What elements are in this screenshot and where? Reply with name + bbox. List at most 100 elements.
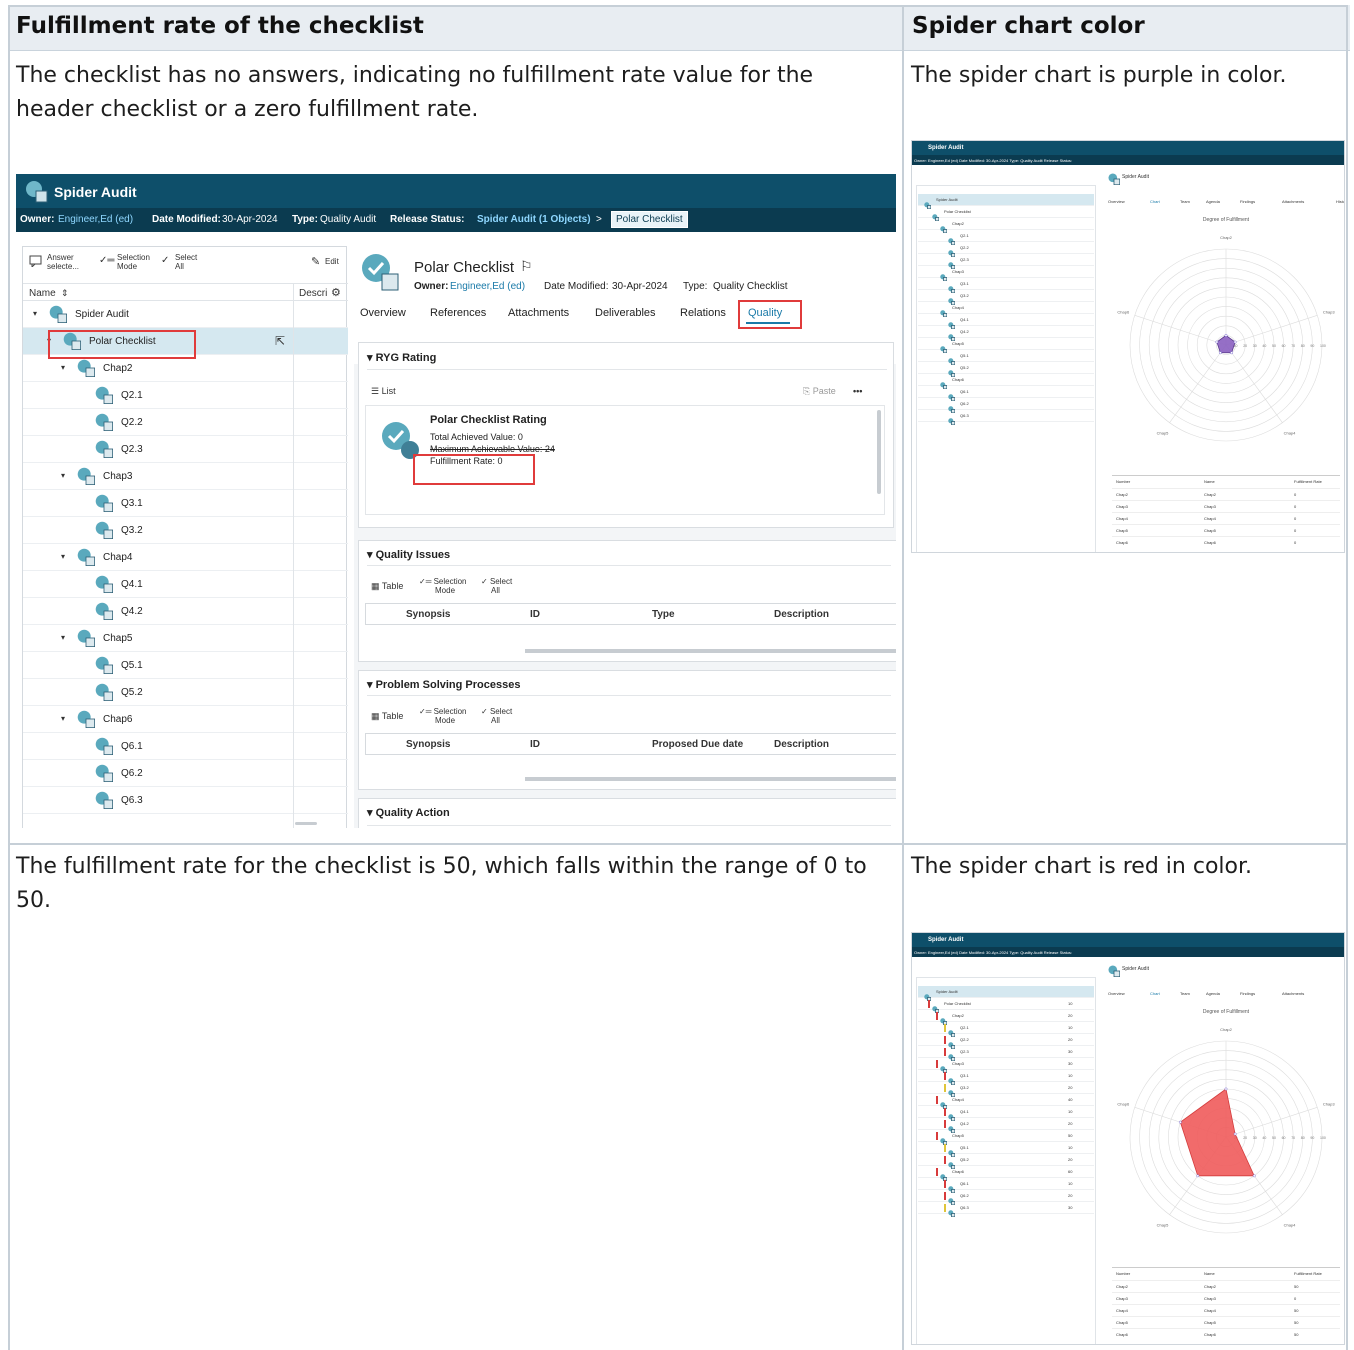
selection-mode-button-3[interactable]: ✓═ Selection	[419, 707, 467, 716]
scrollbar[interactable]	[295, 822, 317, 825]
mini-tree-row[interactable]: Polar Checklist	[918, 206, 1094, 222]
mini-tree-row[interactable]: Q2.1 10	[918, 1022, 1094, 1038]
mini-tab[interactable]: Overview	[1108, 991, 1125, 996]
mini-tree-row[interactable]: Q4.1 10	[918, 1106, 1094, 1122]
mini-tab[interactable]: History	[1336, 199, 1344, 204]
tab-attachments[interactable]: Attachments	[508, 307, 569, 319]
tab-deliverables[interactable]: Deliverables	[595, 307, 656, 319]
mini-tree-row[interactable]: Q5.1 10	[918, 1142, 1094, 1158]
sort-icon[interactable]: ⇕	[61, 288, 69, 299]
tree-row[interactable]: ▾ Chap4	[23, 544, 348, 571]
mini-tree-row[interactable]: Q4.2 20	[918, 1118, 1094, 1134]
tree-row[interactable]: Q2.1	[23, 382, 348, 409]
mini-tree-row[interactable]: Q3.1	[918, 278, 1094, 294]
mini-tab[interactable]: Findings	[1240, 991, 1255, 996]
mini-tree-row[interactable]: Chap6	[918, 374, 1094, 390]
mini-tab[interactable]: Agenda	[1206, 991, 1220, 996]
mini-tree-row[interactable]: Q6.1	[918, 386, 1094, 402]
quality-issues-title[interactable]: ▾ Quality Issues	[367, 548, 450, 561]
mini-tree-row[interactable]: Q2.2	[918, 242, 1094, 258]
mini-tree-row[interactable]: Q6.1 10	[918, 1178, 1094, 1194]
select-all-button-2[interactable]: ✓ Select	[481, 577, 512, 586]
expand-chevron-icon[interactable]: ▾	[61, 552, 65, 561]
ryg-title[interactable]: ▾ RYG Rating	[367, 351, 436, 364]
tab-overview[interactable]: Overview	[360, 307, 406, 319]
mini-tree-row[interactable]: Chap6 60	[918, 1166, 1094, 1182]
mini-tree-row[interactable]: Chap5 50	[918, 1130, 1094, 1146]
psp-scrollbar[interactable]	[525, 777, 896, 781]
mini-tree-row[interactable]: Q3.1 10	[918, 1070, 1094, 1086]
mini-tree-row[interactable]: Chap4 40	[918, 1094, 1094, 1110]
settings-gear-icon[interactable]: ⚙	[331, 286, 341, 299]
mini-tree-row[interactable]: Q3.2 20	[918, 1082, 1094, 1098]
tree-row[interactable]: Q3.2	[23, 517, 348, 544]
mini-tree-row[interactable]: Q2.1	[918, 230, 1094, 246]
mini-tab[interactable]: Attachments	[1282, 991, 1304, 996]
tree-row[interactable]: Q5.1	[23, 652, 348, 679]
tree-row[interactable]: Q4.2	[23, 598, 348, 625]
paste-button[interactable]: ⎘ Paste	[803, 386, 836, 397]
mini-tree-row[interactable]: Q5.2	[918, 362, 1094, 378]
tab-relations[interactable]: Relations	[680, 307, 726, 319]
share-icon[interactable]: ⇱	[275, 334, 285, 348]
tree-row[interactable]: Q2.3	[23, 436, 348, 463]
tree-row[interactable]: Q6.2	[23, 760, 348, 787]
mini-tree-row[interactable]: Q6.3 30	[918, 1202, 1094, 1218]
edit-button[interactable]: Edit	[325, 257, 339, 266]
list-button[interactable]: ☰ List	[371, 386, 396, 397]
table-view-button-2[interactable]: ▦ Table	[371, 711, 403, 722]
mini-tab[interactable]: Attachments	[1282, 199, 1304, 204]
select-all-button[interactable]: Select	[175, 253, 197, 262]
issues-scrollbar[interactable]	[525, 649, 896, 653]
mini-tab[interactable]: Chart	[1150, 199, 1160, 204]
mini-tab[interactable]: Overview	[1108, 199, 1125, 204]
mini-tree-row[interactable]: Spider Audit	[918, 194, 1094, 210]
expand-chevron-icon[interactable]: ▾	[33, 309, 37, 318]
rating-scrollbar[interactable]	[877, 410, 881, 494]
tree-row[interactable]: ▾ Chap3	[23, 463, 348, 490]
mini-tree-row[interactable]: Chap2 20	[918, 1010, 1094, 1026]
mini-tree-row[interactable]: Spider Audit	[918, 986, 1094, 1002]
tab-references[interactable]: References	[430, 307, 486, 319]
selection-mode-button-2[interactable]: ✓═ Selection	[419, 577, 467, 586]
mini-tree-row[interactable]: Chap2	[918, 218, 1094, 234]
table-view-button[interactable]: ▦ Table	[371, 581, 403, 592]
mini-tree-row[interactable]: Q2.3	[918, 254, 1094, 270]
detail-owner-link[interactable]: Engineer,Ed (ed)	[450, 281, 525, 292]
mini-tree-row[interactable]: Q2.3 30	[918, 1046, 1094, 1062]
mini-tree-row[interactable]: Q2.2 20	[918, 1034, 1094, 1050]
select-all-button-3[interactable]: ✓ Select	[481, 707, 512, 716]
expand-chevron-icon[interactable]: ▾	[61, 363, 65, 372]
mini-tree-row[interactable]: Q4.1	[918, 314, 1094, 330]
mini-tab[interactable]: Findings	[1240, 199, 1255, 204]
tree-row[interactable]: Q6.3	[23, 787, 348, 814]
tree-row[interactable]: ▾ Chap2	[23, 355, 348, 382]
mini-tree-row[interactable]: Chap3	[918, 266, 1094, 282]
tree-row[interactable]: Q2.2	[23, 409, 348, 436]
expand-chevron-icon[interactable]: ▾	[61, 714, 65, 723]
tree-row[interactable]: ▾ Chap5	[23, 625, 348, 652]
tree-row[interactable]: Q5.2	[23, 679, 348, 706]
owner-link[interactable]: Engineer,Ed (ed)	[58, 214, 133, 225]
mini-tree-row[interactable]: Polar Checklist 10	[918, 998, 1094, 1014]
expand-chevron-icon[interactable]: ▾	[61, 633, 65, 642]
breadcrumb-checklist[interactable]: Polar Checklist	[611, 211, 688, 228]
quality-action-title[interactable]: ▾ Quality Action	[367, 806, 450, 819]
mini-tree-row[interactable]: Q6.2	[918, 398, 1094, 414]
more-menu[interactable]: •••	[853, 386, 862, 396]
tree-row[interactable]: Q4.1	[23, 571, 348, 598]
mini-tab[interactable]: Team	[1180, 991, 1190, 996]
mini-tree-row[interactable]: Chap3 30	[918, 1058, 1094, 1074]
mini-tab[interactable]: Chart	[1150, 991, 1160, 996]
mini-tree-row[interactable]: Q5.1	[918, 350, 1094, 366]
expand-chevron-icon[interactable]: ▾	[61, 471, 65, 480]
tree-row[interactable]: Q6.1	[23, 733, 348, 760]
mini-tree-row[interactable]: Q3.2	[918, 290, 1094, 306]
psp-title[interactable]: ▾ Problem Solving Processes	[367, 678, 520, 691]
mini-tree-row[interactable]: Q5.2 20	[918, 1154, 1094, 1170]
mini-tree-row[interactable]: Q6.3	[918, 410, 1094, 426]
answer-button[interactable]: Answer	[47, 253, 74, 262]
tree-row[interactable]: ▾ Chap6	[23, 706, 348, 733]
tree-row[interactable]: Q3.1	[23, 490, 348, 517]
mini-tree-row[interactable]: Chap5	[918, 338, 1094, 354]
